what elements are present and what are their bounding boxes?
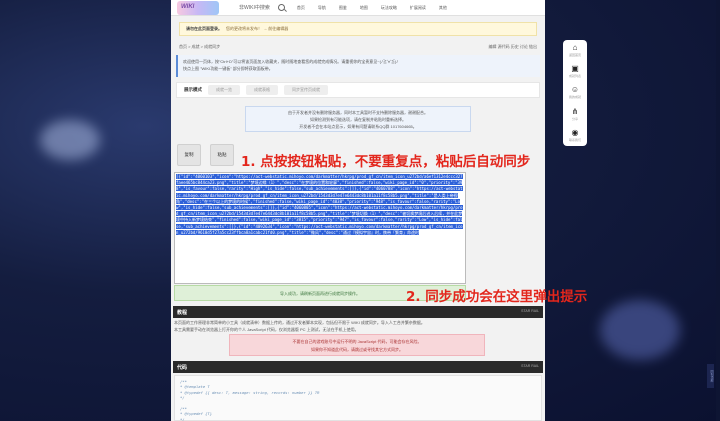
sidebar-label: 返回首页 [568, 53, 581, 57]
bilibili-icon: ◉ [571, 127, 579, 137]
tutorial-line: 本页面的工作原理非常简单的小工具（成就清单）数据上传的，通过开发者脚本实现，包括… [174, 320, 425, 325]
display-mode-bar: 展示模式 成就一览 成就表格 同步宣传页成就 [176, 82, 540, 98]
site-search-label[interactable]: 非WIKI中搜索 [239, 4, 270, 11]
face-icon: ☺ [570, 85, 580, 95]
back-to-top-button[interactable]: 回到顶部 [707, 364, 714, 388]
hint-line: 开发者不会在本站点显示，如果有问题请联系QQ群 1017604665。 [299, 124, 417, 129]
notice-text[interactable]: 您的更改将未发布！ → 前往编辑器 [226, 26, 288, 32]
code-line: */ [180, 416, 185, 421]
paste-button[interactable]: 粘贴 [210, 144, 234, 166]
main-page: WIKI 非WIKI中搜索 首页 导航 图鉴 地图 玩法攻略 扩展阅读 其他 请… [171, 0, 545, 421]
sidebar-item-home[interactable]: ⌂ 返回首页 [564, 43, 586, 61]
site-logo[interactable]: WIKI [177, 0, 219, 15]
sidebar-item-share[interactable]: ⋔ 分享 [564, 107, 586, 125]
hint-line: 由于开发者并没有删除服务器，同时本工具暂时不支持删除服务器，谢谢配合。 [288, 110, 428, 115]
nav-link-other[interactable]: 其他 [439, 5, 447, 11]
sidebar-label: 成就列表 [568, 74, 581, 79]
browser-scrollbar[interactable] [716, 0, 720, 421]
sidebar-item-contact[interactable]: ◉ 联系我们 [564, 128, 586, 146]
selected-json-text: [{"id":"4060103","icon":"https://act-web… [176, 174, 463, 235]
code-block[interactable]: /** * @template T * @typedef {{ desc: T,… [174, 375, 542, 421]
welcome-infobox: 欢迎使用一页体，按"Ctrl+D"可以将该页面加入收藏夹，随时随地查看您的成就完… [176, 55, 540, 77]
infobox-line: 欢迎使用一页体，按"Ctrl+D"可以将该页面加入收藏夹，随时随地查看您的成就完… [183, 59, 399, 64]
warning-line: 不要在自己的游戏账号中运行不明的 JavaScript 代码，可能会存在风险。 [292, 339, 422, 344]
share-icon: ⋔ [571, 106, 579, 116]
top-navigation: WIKI 非WIKI中搜索 首页 导航 图鉴 地图 玩法攻略 扩展阅读 其他 [171, 0, 545, 16]
mode-button-overview[interactable]: 成就一览 [208, 85, 240, 95]
background-glow [600, 300, 680, 360]
sidebar-label: 我的成就 [568, 95, 581, 100]
login-notice: 请勿在此页面登录。 您的更改将未发布！ → 前往编辑器 [179, 22, 537, 36]
clipboard-buttons: 复制 粘贴 [177, 144, 234, 166]
mode-button-sync[interactable]: 同步宣传页成就 [284, 85, 328, 95]
page-actions[interactable]: 编辑 源代码 历史 讨论 链出 [489, 44, 537, 50]
nav-link-guide[interactable]: 导航 [318, 5, 326, 11]
nav-links: 首页 导航 图鉴 地图 玩法攻略 扩展阅读 其他 [297, 5, 447, 11]
warning-line: 如果你不知道此代码，请跳过或寻找其它方式同步。 [311, 347, 403, 352]
nav-link-map[interactable]: 地图 [360, 5, 368, 11]
list-icon: ▣ [571, 64, 579, 74]
background-glow [40, 120, 100, 160]
tutorial-line: 本工具需要手动在浏览器上打开你的个人 JavaScript 代码，仅浏览器版 P… [174, 327, 359, 332]
sidebar-item-list[interactable]: ▣ 成就列表 [564, 64, 586, 82]
sidebar-label: 联系我们 [568, 137, 581, 142]
warning-box: 不要在自己的游戏账号中运行不明的 JavaScript 代码，可能会存在风险。 … [229, 334, 485, 356]
code-section-header: 代码 STAR RAIL [173, 361, 543, 373]
sidebar-label: 分享 [571, 116, 578, 121]
floating-sidebar: ⌂ 返回首页 ▣ 成就列表 ☺ 我的成就 ⋔ 分享 ◉ 联系我们 [563, 40, 587, 146]
hint-line: 如果检测到有可能选项，请在复制并粘贴时重新选择。 [310, 117, 406, 122]
tutorial-section-header: 教程 STAR RAIL [173, 306, 543, 318]
nav-link-strategy[interactable]: 玩法攻略 [381, 5, 397, 11]
search-icon[interactable] [277, 4, 285, 11]
home-icon: ⌂ [572, 43, 578, 52]
json-textarea[interactable]: [{"id":"4060103","icon":"https://act-web… [174, 172, 466, 284]
nav-link-reading[interactable]: 扩展阅读 [410, 5, 426, 11]
nav-link-home[interactable]: 首页 [297, 5, 305, 11]
breadcrumb-path[interactable]: 首页 > 成就 > 成就同步 [179, 44, 220, 50]
annotation-step-2: 2. 同步成功会在这里弹出提示 [406, 289, 588, 305]
mode-button-table[interactable]: 成就表格 [246, 85, 278, 95]
nav-link-catalog[interactable]: 图鉴 [339, 5, 347, 11]
breadcrumb: 首页 > 成就 > 成就同步 编辑 源代码 历史 讨论 链出 [179, 44, 537, 50]
instructions-box: 由于开发者并没有删除服务器，同时本工具暂时不支持删除服务器，谢谢配合。 如果检测… [245, 106, 471, 132]
code-tag: STAR RAIL [521, 364, 539, 368]
tutorial-tag: STAR RAIL [521, 309, 539, 313]
tutorial-title: 教程 [177, 310, 188, 316]
mode-label: 展示模式 [184, 87, 202, 92]
copy-button[interactable]: 复制 [177, 144, 201, 166]
sidebar-item-mine[interactable]: ☺ 我的成就 [564, 85, 586, 103]
infobox-line: 快点上图 "WIKI功能一键板" 部分即将获取面板带。 [183, 66, 273, 71]
logo-text: WIKI [181, 3, 195, 10]
notice-strong: 请勿在此页面登录。 [186, 26, 222, 31]
tutorial-text: 本页面的工作原理非常简单的小工具（成就清单）数据上传的，通过开发者脚本实现，包括… [174, 319, 542, 333]
code-title: 代码 [177, 365, 188, 371]
annotation-step-1: 1. 点按按钮粘贴，不要重复点，粘贴后自动同步 [241, 154, 531, 170]
